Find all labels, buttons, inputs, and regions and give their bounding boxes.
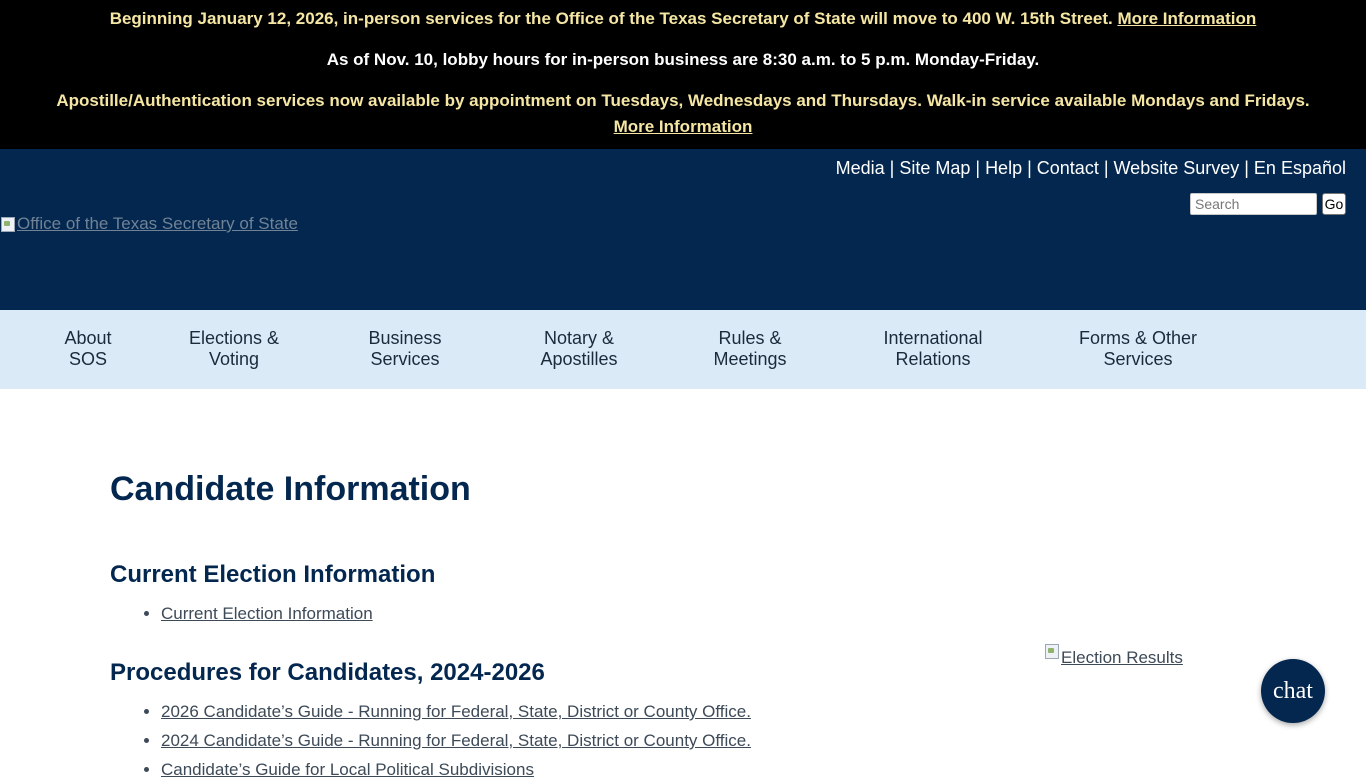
local-subdivisions-guide-link[interactable]: Candidate’s Guide for Local Political Su… — [161, 760, 534, 779]
utility-link-help[interactable]: Help — [985, 158, 1022, 178]
page-title: Candidate Information — [110, 470, 471, 508]
utility-link-en-espanol[interactable]: En Español — [1254, 158, 1346, 178]
section-heading-procedures: Procedures for Candidates, 2024-2026 — [110, 659, 545, 686]
candidate-guide-2024-link[interactable]: 2024 Candidate’s Guide - Running for Fed… — [161, 731, 751, 750]
nav-item-elections-voting[interactable]: Elections & Voting — [179, 328, 289, 370]
main-nav: About SOS Elections & Voting Business Se… — [0, 310, 1366, 389]
nav-item-label: Notary & — [543, 328, 615, 348]
site-logo-link[interactable]: Office of the Texas Secretary of State — [0, 214, 298, 234]
section-heading-current-election: Current Election Information — [110, 561, 436, 588]
alert-banner: Beginning January 12, 2026, in-person se… — [0, 0, 1366, 149]
nav-item-forms-other-services[interactable]: Forms & Other Services — [1068, 328, 1208, 370]
list-item: Candidate’s Guide for Local Political Su… — [161, 755, 751, 784]
nav-item-label: Voting — [208, 349, 260, 369]
nav-item-about-sos[interactable]: About SOS — [58, 328, 118, 370]
nav-item-label: Meetings — [713, 349, 787, 369]
current-election-links: Current Election Information — [110, 599, 373, 628]
utility-separator: | — [1027, 158, 1032, 178]
candidate-guide-2026-link[interactable]: 2026 Candidate’s Guide - Running for Fed… — [161, 702, 751, 721]
alert-relocation: Beginning January 12, 2026, in-person se… — [0, 6, 1366, 32]
nav-item-label: Apostilles — [540, 349, 618, 369]
utility-separator: | — [889, 158, 895, 178]
list-item: Current Election Information — [161, 599, 373, 628]
alert-apostille: Apostille/Authentication services now av… — [0, 88, 1366, 140]
nav-item-label: Rules & — [718, 328, 782, 348]
nav-item-label: Elections & — [188, 328, 280, 348]
alert-apostille-more-info-link[interactable]: More Information — [614, 117, 753, 136]
election-results-link[interactable]: Election Results — [1044, 643, 1183, 668]
nav-item-label: International — [883, 328, 983, 348]
election-results-alt-text: Election Results — [1061, 648, 1183, 667]
nav-item-label: Services — [1103, 349, 1173, 369]
utility-link-website-survey[interactable]: Website Survey — [1114, 158, 1240, 178]
alert-lobby-hours: As of Nov. 10, lobby hours for in-person… — [326, 50, 1040, 69]
utility-link-site-map[interactable]: Site Map — [899, 158, 970, 178]
list-item: 2024 Candidate’s Guide - Running for Fed… — [161, 726, 751, 755]
utility-link-media[interactable]: Media — [836, 158, 885, 178]
nav-item-label: Services — [370, 349, 440, 369]
search-go-button[interactable]: Go — [1322, 193, 1346, 215]
nav-item-rules-meetings[interactable]: Rules & Meetings — [700, 328, 800, 370]
utility-separator: | — [1103, 158, 1109, 178]
nav-item-label: SOS — [68, 349, 107, 369]
list-item: 2026 Candidate’s Guide - Running for Fed… — [161, 697, 751, 726]
alert-relocation-more-info-link[interactable]: More Information — [1117, 9, 1256, 28]
broken-image-icon — [0, 216, 16, 232]
utility-separator: | — [1244, 158, 1249, 178]
broken-image-icon — [1044, 643, 1060, 659]
procedures-links: 2026 Candidate’s Guide - Running for Fed… — [110, 697, 751, 784]
current-election-information-link[interactable]: Current Election Information — [161, 604, 373, 623]
utility-separator: | — [975, 158, 981, 178]
nav-item-label: About — [64, 328, 112, 348]
logo-alt-text: Office of the Texas Secretary of State — [17, 214, 298, 233]
nav-item-label: Relations — [895, 349, 971, 369]
utility-link-contact[interactable]: Contact — [1037, 158, 1099, 178]
nav-item-label: Forms & Other — [1078, 328, 1198, 348]
chat-button[interactable]: chat — [1261, 659, 1325, 723]
utility-links: Media | Site Map | Help | Contact | Website Surv… — [836, 158, 1346, 179]
nav-item-business-services[interactable]: Business Services — [355, 328, 455, 370]
nav-item-international-relations[interactable]: International Relations — [868, 328, 998, 370]
alert-apostille-text: Apostille/Authentication services now av… — [56, 91, 1310, 110]
site-header: Media | Site Map | Help | Contact | Website Surv… — [0, 149, 1366, 310]
search-input[interactable] — [1190, 193, 1317, 215]
alert-relocation-text: Beginning January 12, 2026, in-person se… — [109, 9, 1113, 28]
nav-item-label: Business — [368, 328, 442, 348]
nav-item-notary-apostilles[interactable]: Notary & Apostilles — [529, 328, 629, 370]
